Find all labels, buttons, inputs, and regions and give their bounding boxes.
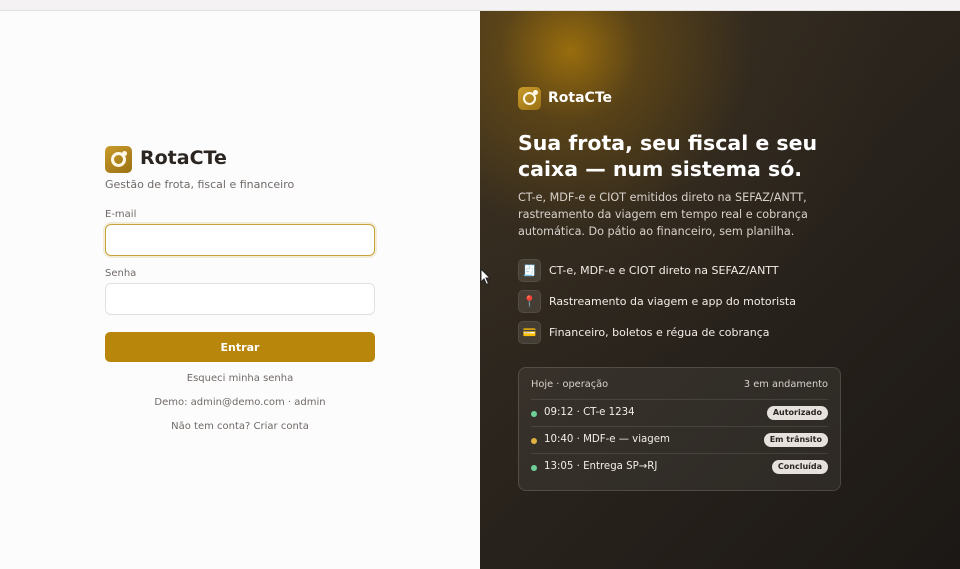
credit-card-icon: 💳 (518, 321, 541, 344)
feature-label: Rastreamento da viagem e app do motorist… (549, 295, 796, 308)
email-label: E-mail (105, 209, 137, 220)
forgot-password-link[interactable]: Esqueci minha senha (105, 373, 375, 384)
operation-row: 10:40 · MDF-e — viagem Em trânsito (531, 426, 828, 453)
logo-icon (105, 146, 132, 173)
password-field[interactable] (105, 283, 375, 315)
email-field[interactable] (105, 224, 375, 256)
operations-count: 3 em andamento (743, 379, 828, 390)
status-badge: Autorizado (766, 406, 828, 420)
mouse-cursor-icon (480, 268, 492, 286)
demo-credentials: Demo: admin@demo.com · admin (154, 397, 326, 408)
hero-panel: RotaCTe Sua frota, seu fiscal e seu caix… (480, 11, 960, 569)
document-icon: 🧾 (518, 259, 541, 282)
operation-text: 09:12 · CT-e 1234 (544, 407, 635, 418)
feature-label: CT-e, MDF-e e CIOT direto na SEFAZ/ANTT (549, 264, 779, 277)
operation-text: 10:40 · MDF-e — viagem (544, 434, 670, 445)
browser-top-bar (0, 0, 960, 11)
operations-title: Hoje · operação (531, 379, 609, 390)
brand-name: RotaCTe (140, 147, 227, 169)
login-button[interactable]: Entrar (105, 332, 375, 362)
hero-headline: Sua frota, seu fiscal e seu caixa — num … (518, 131, 818, 181)
status-badge: Concluída (771, 460, 828, 474)
operations-card: Hoje · operação 3 em andamento 09:12 · C… (518, 367, 841, 491)
login-panel: RotaCTe Gestão de frota, fiscal e financ… (0, 11, 480, 569)
map-pin-icon: 📍 (518, 290, 541, 313)
operation-text: 13:05 · Entrega SP→RJ (544, 461, 658, 472)
status-dot (531, 465, 537, 471)
brand-subtitle: Gestão de frota, fiscal e financeiro (105, 178, 295, 191)
password-label: Senha (105, 268, 137, 279)
feature-label: Financeiro, boletos e régua de cobrança (549, 326, 770, 339)
operation-row: 13:05 · Entrega SP→RJ Concluída (531, 453, 828, 480)
logo-icon (518, 87, 541, 110)
hero-description: CT-e, MDF-e e CIOT emitidos direto na SE… (518, 191, 808, 238)
operation-row: 09:12 · CT-e 1234 Autorizado (531, 399, 828, 426)
status-badge: Em trânsito (763, 433, 828, 447)
signup-link[interactable]: Não tem conta? Criar conta (105, 421, 375, 432)
status-dot (531, 411, 537, 417)
status-dot (531, 438, 537, 444)
hero-brand-name: RotaCTe (548, 90, 612, 106)
